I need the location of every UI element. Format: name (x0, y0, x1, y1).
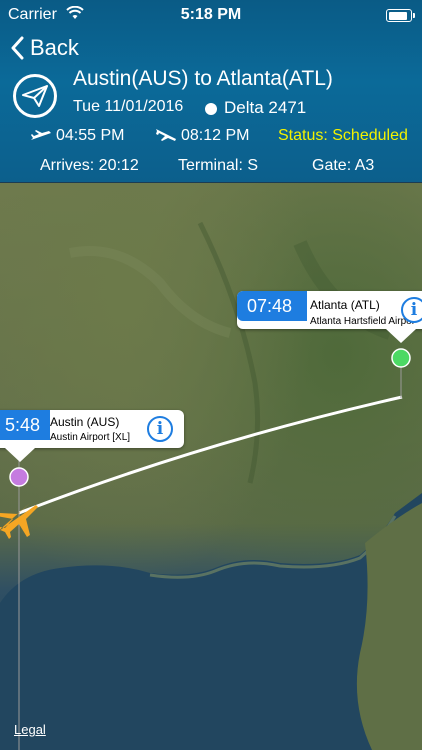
takeoff-icon (31, 130, 51, 140)
origin-pin[interactable] (10, 468, 28, 486)
origin-name: Austin (AUS) (50, 415, 120, 429)
clock: 5:18 PM (180, 6, 242, 23)
departure-time: 04:55 PM (56, 127, 125, 144)
origin-time: 5:48 (0, 410, 50, 440)
flight-header: Carrier 5:18 PM Back Austin(AUS) to Atla… (0, 0, 422, 182)
origin-airport: Austin Airport [XL] (50, 432, 131, 443)
flight-status: Status: Scheduled (278, 127, 408, 144)
destination-airport: Atlanta Hartsfield Airport (310, 316, 414, 327)
bullet-icon (205, 103, 217, 115)
landing-icon (156, 129, 176, 141)
paper-plane-icon (13, 74, 57, 118)
chevron-left-icon (11, 36, 24, 60)
destination-pin[interactable] (392, 349, 410, 367)
origin-callout-pointer (5, 448, 35, 462)
back-button[interactable]: Back (10, 34, 79, 62)
destination-callout-pointer (386, 329, 416, 343)
flight-map[interactable]: 5:48 Austin (AUS) Austin Airport [XL] i … (0, 183, 422, 750)
destination-info-icon[interactable]: i (401, 297, 422, 323)
destination-name: Atlanta (ATL) (310, 298, 380, 312)
terminal-label: Terminal: S (178, 157, 259, 174)
origin-info-icon[interactable]: i (147, 416, 173, 442)
gate-label: Gate: A3 (312, 157, 375, 174)
airplane-icon (0, 503, 38, 539)
destination-time: 07:48 (237, 291, 307, 321)
battery-icon (386, 9, 415, 22)
destination-callout[interactable]: 07:48 Atlanta (ATL) Atlanta Hartsfield A… (237, 291, 422, 329)
status-bar: Carrier 5:18 PM (0, 0, 422, 30)
flight-date: Tue 11/01/2016 (73, 98, 184, 115)
battery-level (388, 11, 407, 20)
arrival-time: 08:12 PM (181, 127, 250, 144)
map-terrain (0, 221, 422, 750)
legal-link[interactable]: Legal (14, 722, 46, 737)
route-title: Austin(AUS) to Atlanta(ATL) (73, 67, 333, 90)
flight-number: Delta 2471 (224, 98, 307, 117)
arrives-label: Arrives: 20:12 (40, 157, 139, 174)
back-label: Back (30, 35, 79, 60)
origin-callout[interactable]: 5:48 Austin (AUS) Austin Airport [XL] i (0, 410, 184, 448)
